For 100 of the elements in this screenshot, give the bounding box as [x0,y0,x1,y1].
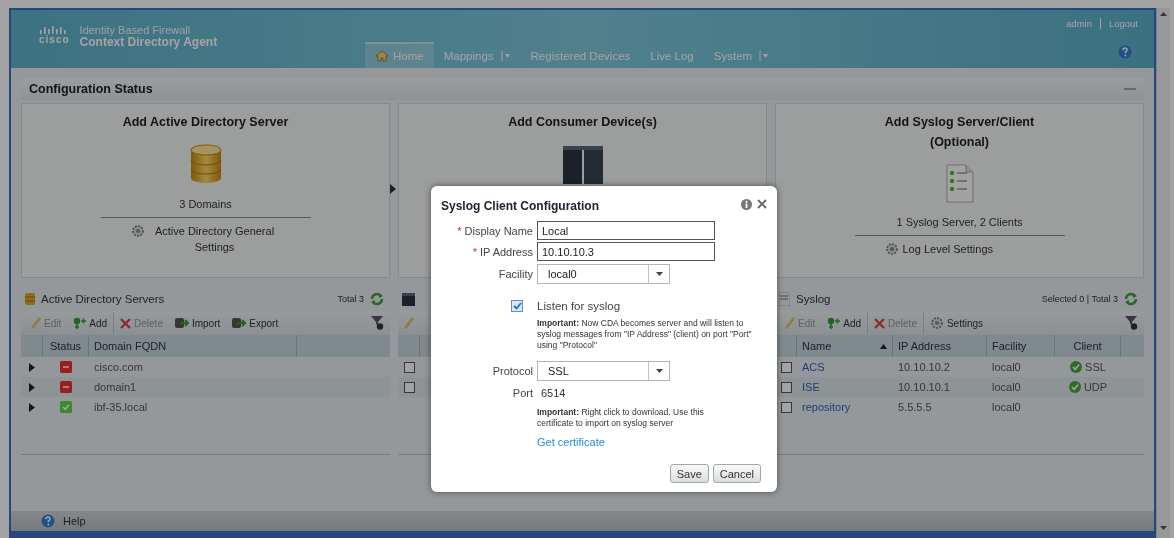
add-icon [73,317,87,329]
selection-count: Selected 0 | Total 3 [1041,294,1118,304]
column-header[interactable]: Facility [987,335,1055,357]
help-link[interactable]: Help [63,515,86,527]
name-link[interactable]: repository [797,401,893,413]
table-cell-text: ibf-35.local [93,401,149,413]
filter-icon[interactable] [1125,316,1138,330]
select-field[interactable]: SSL [537,361,670,381]
field-label: Facility [497,267,533,282]
text-field[interactable]: 10.10.10.3 [537,242,715,261]
database-icon [25,292,35,306]
table-cell-text: local0 [991,401,1022,413]
row-checkbox[interactable] [780,361,792,373]
field-label: * Display Name [456,223,533,239]
help-icon[interactable] [41,514,55,528]
certificate-link[interactable]: Get certificate [537,436,767,448]
row-checkbox[interactable] [780,381,792,393]
toolbar-button[interactable]: Export [226,312,285,334]
home-icon [375,50,389,62]
arrow-icon [232,317,247,329]
total-count: Total 3 [337,294,364,304]
caret-icon [500,51,511,61]
pencil-icon [31,317,41,329]
column-header[interactable]: Client [1055,335,1121,357]
section-title: Configuration Status [29,82,153,96]
add-icon [827,317,841,329]
field-label: Protocol [491,364,533,379]
info-icon[interactable] [741,198,752,210]
name-link[interactable]: ACS [797,361,893,373]
field-label: * IP Address [471,244,533,260]
field-label: Port [511,386,533,401]
table-cell-text: 10.10.10.2 [897,361,951,373]
pencil-icon [785,317,795,329]
select-field[interactable]: local0 [537,264,670,284]
table-cell-text: local0 [991,361,1022,373]
user-name: admin [1066,18,1093,29]
card-title: Add Active Directory Server [121,114,290,131]
dialog-button[interactable]: Cancel [712,464,761,483]
document-list-icon [779,292,790,306]
status-icon [60,361,72,373]
check-icon [1070,361,1083,373]
help-icon[interactable] [1118,45,1132,59]
card-summary: 1 Syslog Server, 2 Clients [896,216,1023,228]
table-cell-text: cisco.com [93,361,144,373]
card-title: Add Consumer Device(s) [507,114,658,131]
status-icon [60,381,72,393]
important-note: Important: Right click to download. Use this certificate to import on syslog server [537,407,705,429]
close-icon[interactable] [757,199,767,209]
row-checkbox[interactable] [403,381,415,393]
row-checkbox[interactable] [403,361,415,373]
gear-icon [130,224,145,238]
panel-title: Active Directory Servers [41,293,165,305]
table-cell: SSL [1085,361,1106,373]
document-list-icon [944,164,975,204]
table-cell-text: 10.10.10.1 [897,381,951,393]
panel-title: Syslog [796,293,831,305]
product-title: Context Directory Agent [79,36,218,48]
text-field[interactable]: Local [537,221,715,240]
port-value: 6514 [540,386,567,401]
table-cell-text: local0 [991,381,1022,393]
company-logo: cisco [39,26,70,45]
column-header[interactable]: Domain FQDN [89,335,297,357]
delete-icon [874,317,886,329]
column-header[interactable]: Status [43,335,89,357]
product-subtitle: Identity Based Firewall [79,24,191,36]
arrow-icon [174,317,189,329]
table-cell-text: domain1 [93,381,138,393]
scrollbar[interactable] [1156,8,1170,538]
status-icon [60,401,72,413]
dialog-title: Syslog Client Configuration [441,199,599,213]
card-summary: 3 Domains [179,198,232,210]
database-icon [189,144,222,186]
toolbar-button[interactable]: Add [67,312,114,334]
card-title: Add Syslog Server/Client (Optional) [883,114,1036,151]
settings-link[interactable]: Log Level Settings [884,241,1035,257]
gear-icon [929,316,944,330]
toolbar-button[interactable]: Import [168,312,227,334]
checkbox[interactable] [511,300,523,312]
table-cell-text: 5.5.5.5 [897,401,933,413]
server-icon [561,144,604,184]
toolbar-button[interactable]: Add [821,312,868,334]
arrow-icon [390,184,396,194]
filter-icon[interactable] [371,316,384,330]
dropdown-icon [655,272,663,276]
name-link[interactable]: ISE [797,381,893,393]
important-note: Important: Now CDA becomes server and will listen to syslog messages from "IP Address" (client) on port "Port" using "Protocol" [537,318,753,351]
server-icon [402,292,415,306]
scroll-up-icon[interactable] [1160,12,1167,16]
column-header[interactable]: IP Address [893,335,987,357]
table-cell: UDP [1083,381,1108,393]
delete-icon [120,317,132,329]
check-icon [1068,381,1081,393]
gear-icon [884,242,899,256]
settings-link[interactable]: Active Directory General Settings [130,223,281,255]
column-header[interactable]: Name [797,335,893,357]
toolbar-button[interactable]: Settings [922,312,990,334]
row-checkbox[interactable] [780,401,792,413]
dropdown-icon [655,369,663,373]
dialog-button[interactable]: Save [669,464,709,483]
scroll-down-icon[interactable] [1160,526,1167,530]
